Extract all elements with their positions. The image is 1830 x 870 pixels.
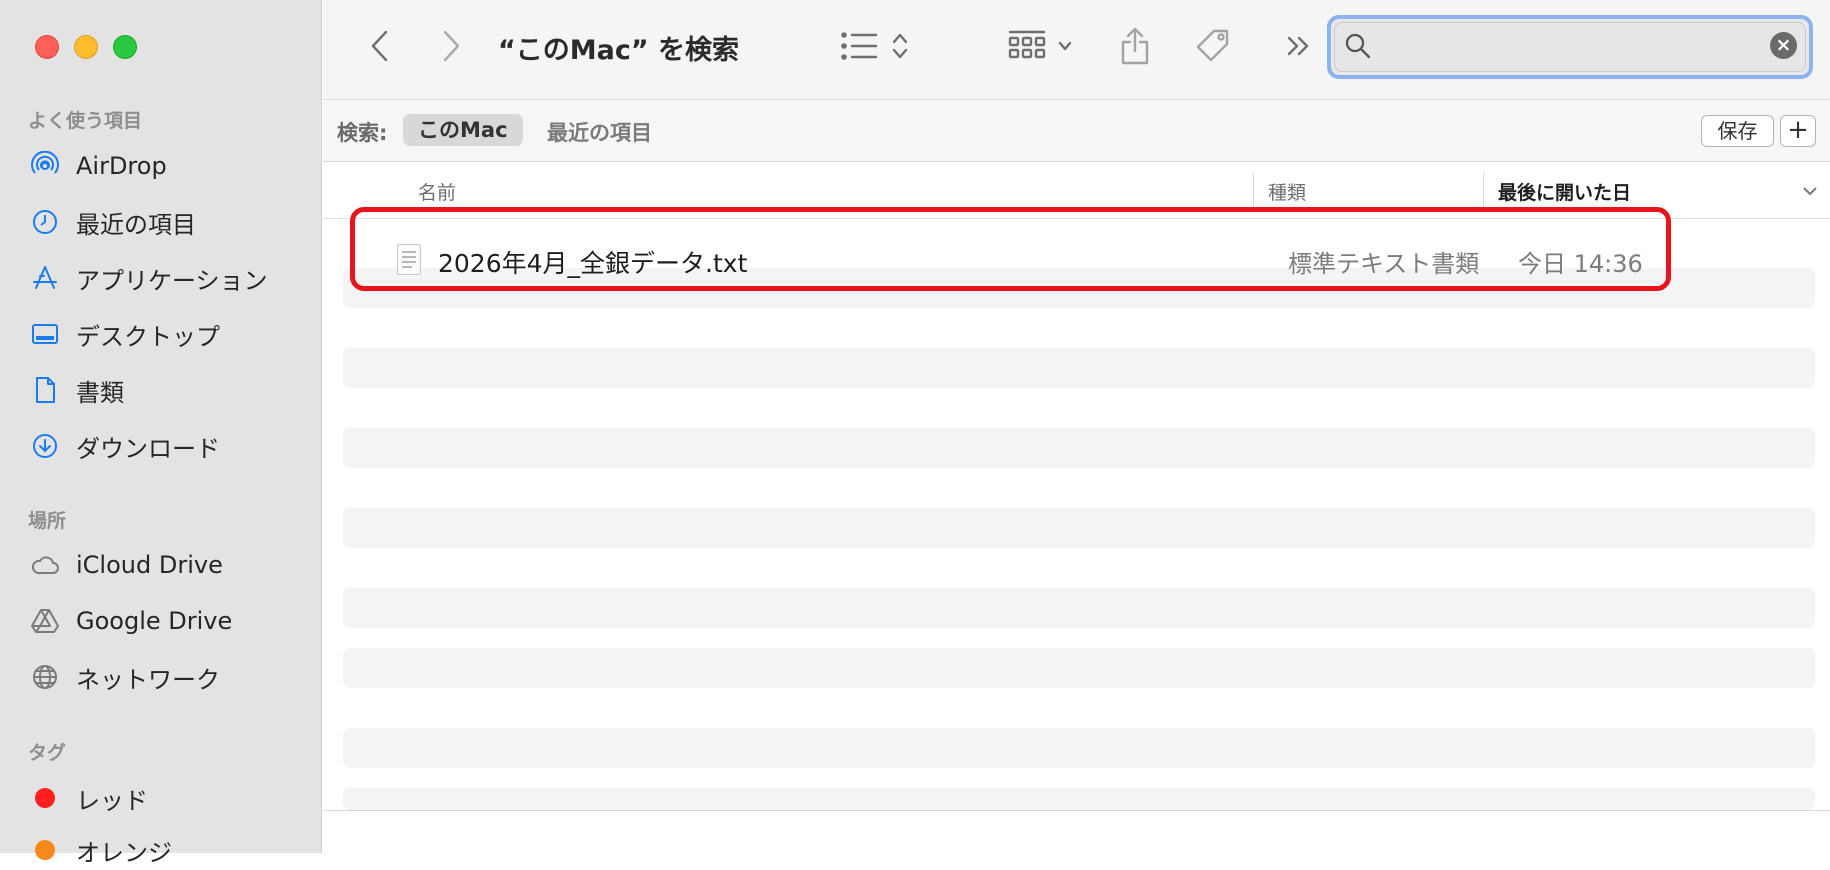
share-icon (1121, 27, 1149, 65)
sidebar-item-tag-red[interactable]: レッド (28, 778, 148, 818)
add-criteria-button[interactable]: + (1780, 115, 1816, 147)
airdrop-icon (28, 149, 62, 183)
sort-chevron-down-icon (1803, 187, 1817, 196)
sidebar-item-label: ダウンロード (76, 434, 220, 463)
sidebar-item-label: レッド (76, 786, 148, 815)
annotation-highlight-box (350, 207, 1671, 291)
back-button[interactable] (365, 28, 395, 64)
sidebar-item-label: オレンジ (76, 838, 172, 867)
sidebar-item-icloud-drive[interactable]: iCloud Drive (28, 545, 223, 585)
sidebar-item-label: 最近の項目 (76, 210, 196, 239)
sidebar-item-downloads[interactable]: ダウンロード (28, 426, 220, 466)
sidebar-item-network[interactable]: ネットワーク (28, 657, 220, 697)
sidebar-item-label: AirDrop (76, 152, 167, 180)
list-view-icon (841, 32, 878, 60)
sidebar-item-label: アプリケーション (76, 266, 268, 295)
tag-icon (1196, 29, 1229, 62)
orange-tag-icon (28, 833, 62, 867)
group-by-button[interactable] (1001, 26, 1081, 66)
sidebar-item-applications[interactable]: アプリケーション (28, 258, 268, 298)
download-icon (28, 429, 62, 463)
applications-icon (28, 261, 62, 295)
globe-icon (28, 660, 62, 694)
window-title: “このMac” を検索 (498, 35, 739, 66)
column-kind-header[interactable]: 種類 (1268, 178, 1306, 205)
sidebar-item-label: デスクトップ (76, 322, 220, 351)
grid-group-icon (1008, 30, 1046, 59)
chevron-down-icon (1058, 41, 1072, 51)
column-name-header[interactable]: 名前 (418, 178, 456, 205)
search-scope-bar: 検索: このMac 最近の項目 保存 + (323, 100, 1830, 162)
search-icon (1345, 33, 1371, 59)
sidebar-section-favorites: よく使う項目 (28, 110, 143, 132)
sidebar-item-label: 書類 (76, 378, 124, 407)
clock-icon (28, 205, 62, 239)
desktop-icon (28, 317, 62, 351)
sidebar-item-label: Google Drive (76, 607, 233, 635)
chevron-right-icon (443, 30, 460, 62)
sidebar-item-label: ネットワーク (76, 665, 220, 694)
tag-button[interactable] (1189, 24, 1237, 68)
share-button[interactable] (1115, 24, 1155, 68)
main-pane: “このMac” を検索 × 検索: このMac 最近の項目 保存 + 名前 種類… (323, 0, 1830, 853)
document-icon (28, 373, 62, 407)
minimize-window-button[interactable] (74, 35, 98, 59)
double-chevron-right-icon (1287, 36, 1309, 56)
close-window-button[interactable] (35, 35, 59, 59)
sidebar-item-desktop[interactable]: デスクトップ (28, 314, 220, 354)
scope-recents-button[interactable]: 最近の項目 (547, 117, 652, 147)
chevron-left-icon (371, 30, 388, 62)
clear-search-icon[interactable]: × (1770, 32, 1797, 59)
sidebar-item-tag-orange[interactable]: オレンジ (28, 830, 172, 870)
sidebar-section-tags: タグ (28, 742, 67, 764)
save-search-button[interactable]: 保存 (1701, 115, 1774, 147)
sidebar: よく使う項目 AirDrop 最近の項目 アプリケーション デスクトップ 書類 … (0, 0, 322, 867)
forward-button[interactable] (436, 28, 466, 64)
sidebar-section-locations: 場所 (28, 510, 67, 532)
sidebar-item-airdrop[interactable]: AirDrop (28, 146, 167, 186)
search-field[interactable]: × (1327, 15, 1813, 79)
sidebar-item-documents[interactable]: 書類 (28, 370, 124, 410)
zoom-window-button[interactable] (113, 35, 137, 59)
scope-label: 検索: (337, 121, 388, 145)
finder-window: よく使う項目 AirDrop 最近の項目 アプリケーション デスクトップ 書類 … (0, 0, 1830, 867)
sidebar-item-google-drive[interactable]: Google Drive (28, 601, 232, 641)
cloud-icon (28, 548, 62, 582)
window-controls (35, 35, 137, 59)
results-list: 2026年4月_全銀データ.txt 標準テキスト書類 今日 14:36 (323, 220, 1830, 810)
status-bar (323, 810, 1830, 853)
red-tag-icon (28, 781, 62, 815)
scope-this-mac-button[interactable]: このMac (403, 114, 523, 146)
sidebar-item-label: iCloud Drive (76, 551, 223, 579)
toolbar: “このMac” を検索 × (323, 0, 1830, 100)
up-down-chevron-icon (892, 33, 908, 59)
column-date-opened-header[interactable]: 最後に開いた日 (1498, 178, 1631, 205)
view-options-button[interactable] (835, 28, 915, 64)
google-drive-icon (28, 604, 62, 638)
sidebar-item-recents[interactable]: 最近の項目 (28, 202, 196, 242)
more-toolbar-button[interactable] (1283, 28, 1315, 64)
